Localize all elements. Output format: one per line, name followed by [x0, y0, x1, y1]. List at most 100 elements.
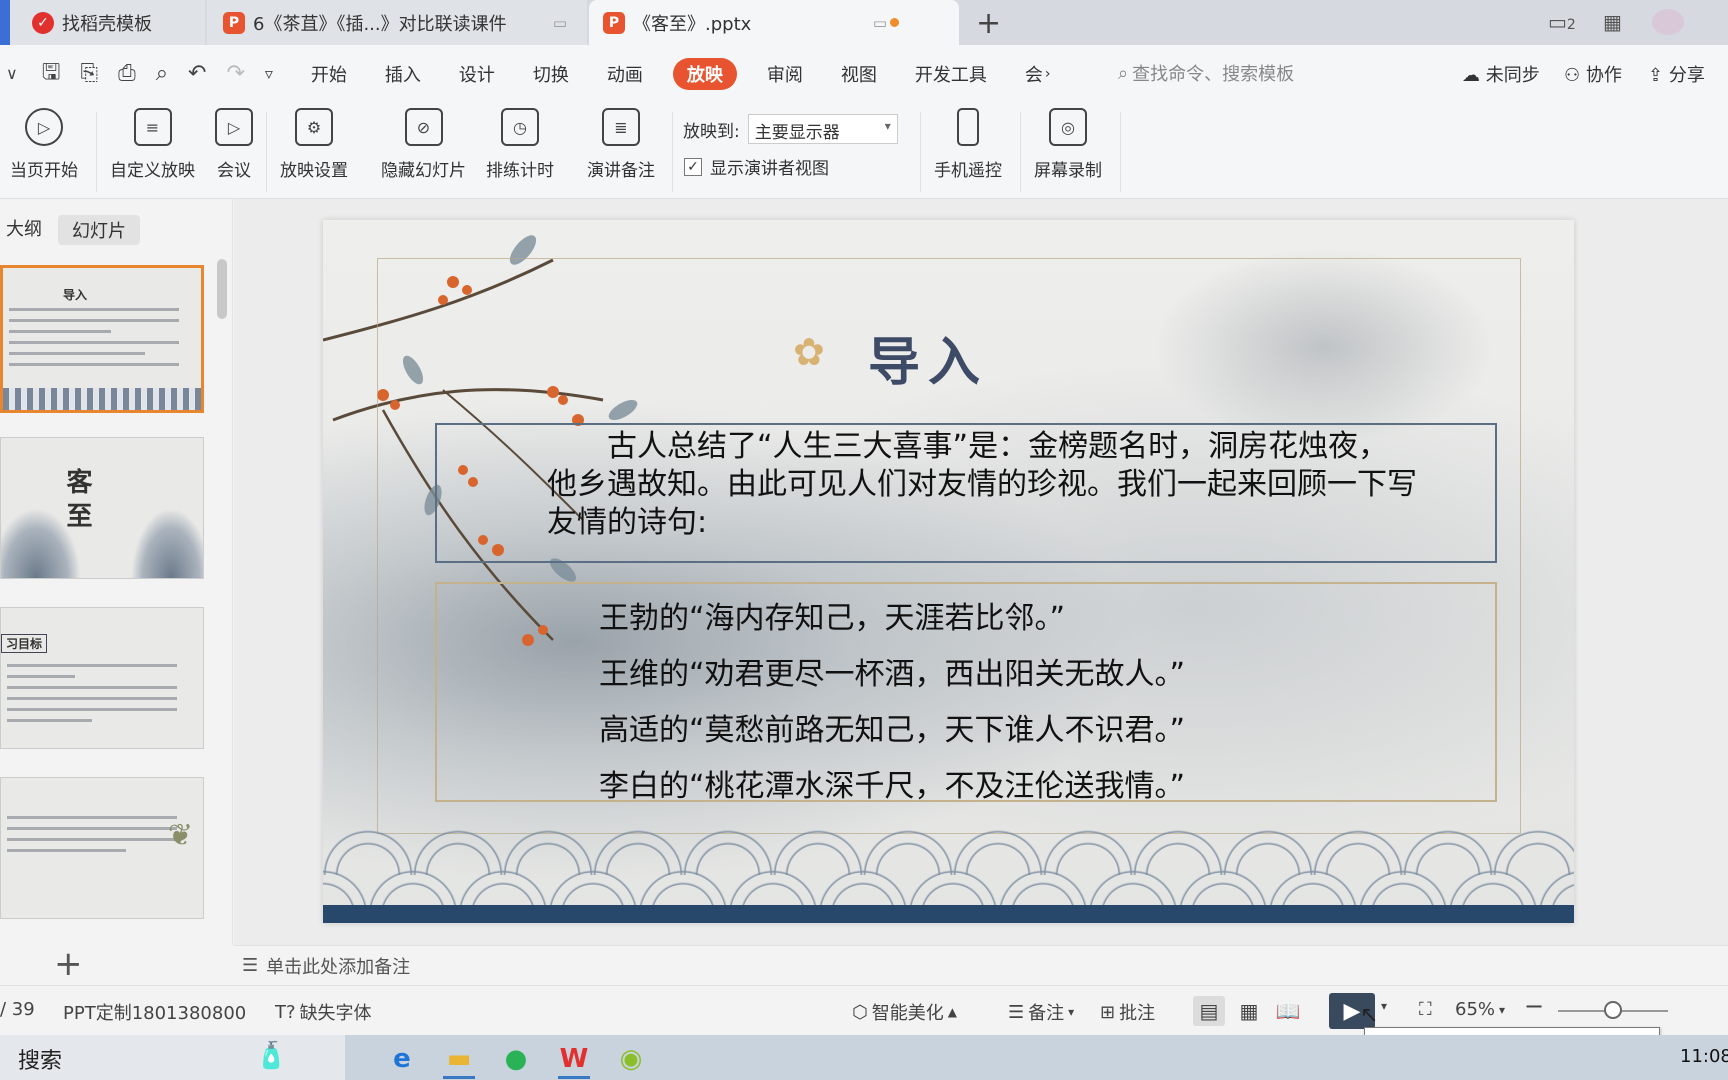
panel-scrollbar[interactable]: [217, 259, 227, 319]
fit-window-icon[interactable]: ⛶: [1419, 999, 1432, 1020]
custom-show-button[interactable]: ≡ 自定义放映: [110, 108, 195, 181]
bird-icon: ❦: [167, 818, 193, 853]
page-indicator: 2: [1566, 17, 1576, 33]
export-icon[interactable]: ⎘: [80, 61, 98, 86]
add-slide-button[interactable]: +: [54, 944, 83, 984]
search-icon: ⌕: [1118, 62, 1129, 84]
poem-line[interactable]: 王维的“劝君更尽一杯酒，西出阳关无故人。”: [599, 649, 1185, 693]
font-icon: T?: [275, 1001, 296, 1023]
app-icon[interactable]: ◉: [609, 1039, 653, 1079]
preview-icon[interactable]: ⌕: [156, 61, 168, 86]
reading-view-icon[interactable]: 📖: [1272, 996, 1304, 1026]
search-input[interactable]: 查找命令、搜索模板: [1132, 60, 1294, 86]
collab-button[interactable]: ⚇ 协作: [1564, 61, 1622, 87]
meeting-button[interactable]: ▷ 会议: [215, 108, 253, 181]
thumbnail-title: 导入: [63, 288, 88, 302]
grid-icon[interactable]: ▦: [1603, 10, 1622, 34]
save-icon[interactable]: 🖫: [42, 55, 61, 93]
chevron-down-icon[interactable]: ▾: [1381, 999, 1387, 1013]
zoom-select[interactable]: 65% ▾: [1455, 999, 1505, 1020]
tab-outline[interactable]: 大纲: [6, 215, 42, 245]
custom-show-label: 自定义放映: [110, 161, 195, 181]
undo-icon[interactable]: ↶: [188, 61, 206, 86]
tab-compare-reading[interactable]: P 6《茶苴》《插...》对比联读课件 ▭: [207, 0, 587, 45]
poem-line[interactable]: 高适的“莫愁前路无知己，天下谁人不识君。”: [599, 705, 1185, 749]
zoom-out-button[interactable]: −: [1524, 992, 1544, 1020]
slide-thumbnail-3[interactable]: 习目标: [0, 607, 204, 749]
window-switch-icon[interactable]: ▭2: [1548, 10, 1576, 34]
show-settings-button[interactable]: ⚙ 放映设置: [280, 108, 348, 181]
print-icon[interactable]: ⎙: [118, 61, 136, 86]
menu-animation[interactable]: 动画: [607, 61, 643, 87]
avatar[interactable]: [1652, 9, 1684, 35]
slide-thumbnail-4[interactable]: ❦: [0, 777, 204, 919]
cleaning-tools-icon: 🧴: [255, 1041, 288, 1071]
comment-button[interactable]: ⊞ 批注: [1100, 999, 1155, 1025]
slide-counter: / 39: [0, 999, 35, 1020]
hide-slide-icon: ⊘: [404, 108, 443, 146]
tab-label: 6《茶苴》《插...》对比联读课件: [253, 13, 507, 35]
slide-thumbnail-1[interactable]: 导入: [0, 265, 204, 413]
thumbnail-title: 习目标: [1, 634, 48, 653]
sorter-view-icon[interactable]: ▦: [1233, 996, 1265, 1026]
share-button[interactable]: ⇪ 分享: [1648, 61, 1705, 87]
cube-icon: ⬡: [852, 1001, 868, 1023]
edge-browser-icon[interactable]: e: [380, 1039, 424, 1079]
menu-design[interactable]: 设计: [459, 61, 495, 87]
phone-remote-button[interactable]: 手机遥控: [934, 108, 1002, 181]
notes-bar[interactable]: ☰ 单击此处添加备注: [234, 945, 1728, 985]
new-tab-button[interactable]: +: [976, 6, 1001, 41]
presenter-view-checkbox[interactable]: ✓ 显示演讲者视图: [684, 154, 829, 179]
zoom-slider-handle[interactable]: [1604, 1001, 1622, 1019]
thumbnail-mountain: [131, 508, 203, 578]
comment-label: 批注: [1119, 1003, 1156, 1024]
sync-button[interactable]: ☁ 未同步: [1462, 61, 1540, 87]
notes-placeholder[interactable]: 单击此处添加备注: [266, 953, 410, 979]
missing-font-label: 缺失字体: [299, 1003, 372, 1024]
slide-canvas[interactable]: ✿ 导入 古人总结了“人生三大喜事”是：金榜题名时，洞房花烛夜，他乡遇故知。由此…: [323, 220, 1574, 923]
zoom-value: 65%: [1455, 999, 1496, 1020]
redo-icon[interactable]: ↷: [226, 61, 244, 86]
tab-label: 《客至》.pptx: [633, 13, 752, 35]
flower-icon: ✿: [793, 330, 825, 374]
wechat-icon[interactable]: ●: [494, 1039, 538, 1079]
customize-icon[interactable]: ▿: [265, 64, 273, 83]
command-search[interactable]: ⌕ 查找命令、搜索模板: [1118, 60, 1294, 86]
notes-icon: ☰: [242, 955, 259, 976]
collab-label: 协作: [1585, 65, 1622, 86]
menu-view[interactable]: 视图: [841, 61, 877, 87]
display-select[interactable]: 主要显示器 ▾: [747, 114, 898, 144]
from-current-button[interactable]: ▷ 当页开始: [10, 108, 78, 181]
menu-developer[interactable]: 开发工具: [915, 61, 987, 87]
menu-review[interactable]: 审阅: [767, 61, 803, 87]
monitor-icon: ▭: [552, 13, 567, 32]
tab-kezhi[interactable]: P 《客至》.pptx ▭: [589, 0, 959, 45]
chevron-right-icon[interactable]: ›: [1045, 66, 1051, 82]
normal-view-icon[interactable]: ▤: [1193, 996, 1225, 1026]
show-to-group: 放映到: 主要显示器 ▾: [683, 114, 898, 144]
poem-line[interactable]: 王勃的“海内存知己，天涯若比邻。”: [599, 593, 1065, 637]
menu-more[interactable]: 会: [1025, 61, 1043, 87]
smart-beautify-button[interactable]: ⬡ 智能美化 ▲: [852, 999, 957, 1025]
tab-slides[interactable]: 幻灯片: [58, 215, 140, 245]
speaker-notes-button[interactable]: ≣ 演讲备注: [587, 108, 655, 181]
menu-transition[interactable]: 切换: [533, 61, 569, 87]
notes-toggle-button[interactable]: ☰ 备注 ▾: [1008, 999, 1074, 1025]
screen-record-button[interactable]: ◎ 屏幕录制: [1034, 108, 1102, 181]
slide-title[interactable]: 导入: [868, 320, 988, 395]
intro-text[interactable]: 古人总结了“人生三大喜事”是：金榜题名时，洞房花烛夜，他乡遇故知。由此可见人们对…: [547, 428, 1417, 542]
menu-home[interactable]: 开始: [311, 61, 347, 87]
chevron-down-icon[interactable]: ∨: [6, 64, 18, 83]
wps-office-icon[interactable]: W: [552, 1039, 596, 1079]
menu-insert[interactable]: 插入: [385, 61, 421, 87]
hide-slide-button[interactable]: ⊘ 隐藏幻灯片: [381, 108, 466, 181]
taskbar-search[interactable]: 搜索 🧴: [0, 1035, 345, 1080]
rehearse-button[interactable]: ◷ 排练计时: [486, 108, 554, 181]
tab-docer[interactable]: ✓ 找稻壳模板: [10, 0, 205, 45]
file-explorer-icon[interactable]: ▬: [437, 1039, 481, 1079]
tab-bar: ✓ 找稻壳模板 P 6《茶苴》《插...》对比联读课件 ▭ P 《客至》.ppt…: [0, 0, 1728, 45]
slide-thumbnail-2[interactable]: 客至: [0, 437, 204, 579]
ppt-logo-icon: P: [603, 11, 625, 34]
menu-slideshow[interactable]: 放映: [672, 57, 737, 90]
missing-font-button[interactable]: T? 缺失字体: [275, 999, 372, 1025]
